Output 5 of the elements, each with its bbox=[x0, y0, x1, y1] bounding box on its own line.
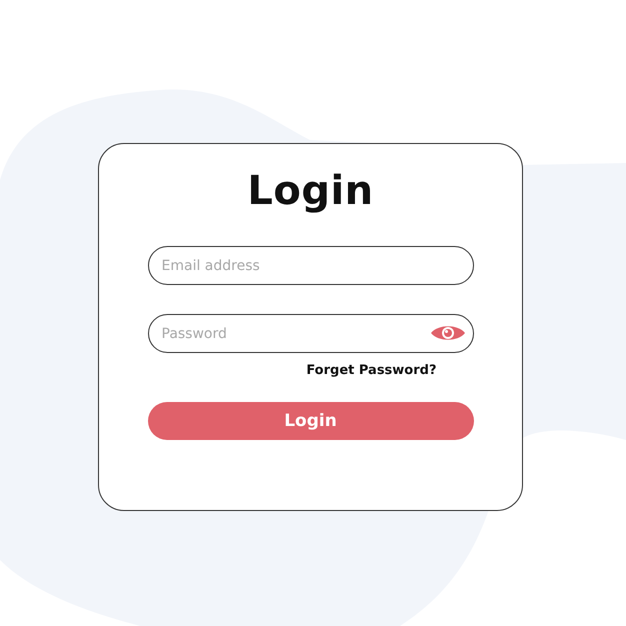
email-field[interactable]: Email address bbox=[148, 246, 474, 285]
login-title: Login bbox=[247, 167, 374, 216]
eye-icon[interactable] bbox=[430, 324, 466, 342]
password-field[interactable]: Password bbox=[148, 314, 474, 353]
forgot-password-link[interactable]: Forget Password? bbox=[306, 363, 436, 378]
